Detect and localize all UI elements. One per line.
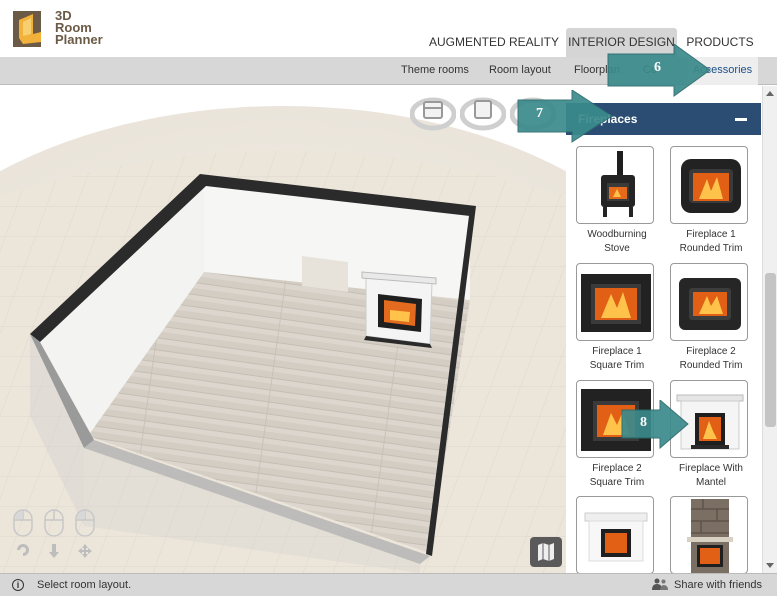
product-label: Fireplace 1 Rounded Trim xyxy=(679,229,743,254)
fireplace-square-icon xyxy=(576,263,654,341)
scroll-down-arrow-icon[interactable] xyxy=(766,563,774,568)
status-bar: i Select room layout. Share with friends xyxy=(0,573,777,596)
product-fireplace-stone[interactable] xyxy=(670,496,752,578)
product-fireplace-white-mantel[interactable] xyxy=(576,496,658,578)
app-window: 3D Room Planner AUGMENTED REALITY INTERI… xyxy=(0,0,777,596)
people-icon xyxy=(652,578,668,590)
product-woodburning-stove[interactable]: Woodburning Stove xyxy=(576,146,658,256)
view-3d-button[interactable] xyxy=(410,92,456,132)
status-text: Select room layout. xyxy=(37,579,132,591)
logo[interactable]: 3D Room Planner xyxy=(11,8,103,52)
view-2d-button[interactable] xyxy=(460,92,506,132)
scrollbar-thumb[interactable] xyxy=(765,273,776,427)
scroll-up-arrow-icon[interactable] xyxy=(766,91,774,96)
collapse-icon[interactable] xyxy=(735,118,747,121)
mouse-controls-hint xyxy=(8,508,100,566)
mouse-buttons-icon xyxy=(13,509,95,558)
product-label: Woodburning Stove xyxy=(587,229,647,254)
map-icon xyxy=(538,543,554,561)
callout-step-7: 7 xyxy=(516,89,616,146)
callout-number: 7 xyxy=(536,106,543,121)
callout-number: 6 xyxy=(654,60,661,75)
logo-text: 3D Room Planner xyxy=(55,9,103,47)
callout-step-8: 8 xyxy=(620,398,690,450)
subnav-theme-rooms[interactable]: Theme rooms xyxy=(401,57,469,85)
product-label: Fireplace 1 Square Trim xyxy=(589,346,645,371)
fireplace-rounded-2-icon xyxy=(670,263,748,341)
floorplan-map-button[interactable] xyxy=(530,537,562,567)
subnav-room-layout[interactable]: Room layout xyxy=(489,57,551,85)
logo-chair-icon xyxy=(13,11,41,47)
fireplace-rounded-icon xyxy=(670,146,748,224)
placed-fireplace[interactable] xyxy=(361,271,437,348)
rotate-square-icon xyxy=(460,97,506,131)
room-3d-view[interactable] xyxy=(0,86,566,573)
product-fireplace-1-rounded-trim[interactable]: Fireplace 1 Rounded Trim xyxy=(670,146,752,256)
share-label: Share with friends xyxy=(674,579,763,591)
product-label: Fireplace With Mantel xyxy=(679,463,743,488)
room-render xyxy=(0,86,566,573)
callout-step-6: 6 xyxy=(604,43,714,100)
product-fireplace-1-square-trim[interactable]: Fireplace 1 Square Trim xyxy=(576,263,658,373)
share-button[interactable]: Share with friends xyxy=(652,574,762,596)
panel-scrollbar[interactable] xyxy=(762,86,777,573)
product-label: Fireplace 2 Square Trim xyxy=(589,463,645,488)
rotate-cube-icon xyxy=(410,97,456,131)
fireplace-stone-icon xyxy=(670,496,748,574)
nav-augmented-reality[interactable]: AUGMENTED REALITY xyxy=(426,28,562,57)
product-fireplace-2-rounded-trim[interactable]: Fireplace 2 Rounded Trim xyxy=(670,263,752,373)
callout-number: 8 xyxy=(640,415,647,430)
fireplace-white-mantel-icon xyxy=(576,496,654,574)
accessories-panel: Fireplaces Woodburning Stove xyxy=(566,86,777,574)
product-label: Fireplace 2 Rounded Trim xyxy=(679,346,743,371)
info-icon: i xyxy=(12,579,24,591)
woodburning-stove-icon xyxy=(576,146,654,224)
logo-line-3: Planner xyxy=(55,32,103,47)
